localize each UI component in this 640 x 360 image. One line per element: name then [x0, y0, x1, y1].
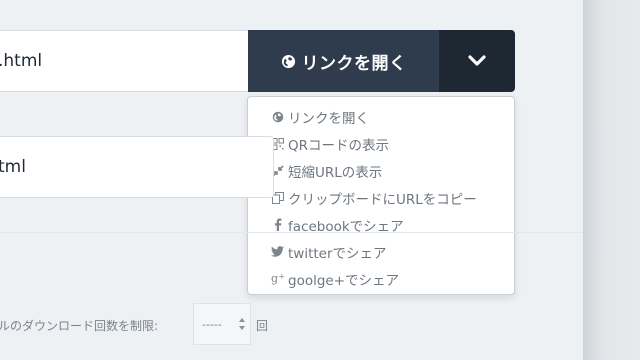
open-link-label: リンクを開く — [301, 53, 407, 74]
download-url-text: .html — [0, 51, 43, 71]
download-limit-select[interactable]: ----- — [193, 303, 251, 345]
menu-item-twitter[interactable]: twitterでシェア — [248, 238, 514, 265]
menu-item-copy-url[interactable]: クリップボードにURLをコピー — [248, 184, 514, 211]
open-link-button[interactable]: リンクを開く — [248, 30, 439, 92]
download-limit-label: ルのダウンロード回数を制限: — [0, 318, 159, 333]
globe-icon — [281, 54, 296, 69]
menu-item-google-plus[interactable]: g + goolge+でシェア — [248, 265, 514, 292]
download-limit-row: ルのダウンロード回数を制限: — [0, 312, 158, 338]
globe-icon — [270, 109, 285, 124]
menu-item-label: リンクを開く — [288, 110, 369, 127]
menu-item-short-url[interactable]: 短縮URLの表示 — [248, 157, 514, 184]
menu-item-qrcode[interactable]: QRコードの表示 — [248, 130, 514, 157]
download-url-text-2: tml — [0, 157, 26, 177]
menu-item-label: goolge+でシェア — [288, 272, 400, 289]
facebook-icon — [270, 217, 285, 232]
menu-item-label: クリップボードにURLをコピー — [288, 191, 477, 208]
google-plus-icon: g + — [270, 271, 285, 286]
svg-text:+: + — [278, 272, 285, 281]
download-url-field-2[interactable]: tml — [0, 136, 274, 198]
section-divider — [0, 232, 583, 233]
share-dropdown-menu: リンクを開く QRコードの表示 短縮URLの表示 クリップボードにURLをコピー… — [247, 96, 515, 295]
menu-item-open-link[interactable]: リンクを開く — [248, 103, 514, 130]
panel-edge-shadow — [583, 0, 640, 360]
download-limit-value: ----- — [202, 317, 222, 331]
svg-text:g: g — [271, 272, 278, 285]
twitter-icon — [270, 244, 285, 259]
download-limit-unit: 回 — [256, 319, 269, 333]
share-dropdown-toggle[interactable] — [439, 30, 515, 92]
download-url-field[interactable]: .html — [0, 30, 250, 92]
menu-item-facebook[interactable]: facebookでシェア — [248, 211, 514, 238]
chevron-down-icon — [468, 52, 486, 71]
menu-item-label: twitterでシェア — [288, 245, 387, 262]
stepper-arrows-icon — [238, 316, 246, 332]
menu-item-label: QRコードの表示 — [288, 137, 390, 154]
menu-item-label: 短縮URLの表示 — [288, 164, 383, 181]
